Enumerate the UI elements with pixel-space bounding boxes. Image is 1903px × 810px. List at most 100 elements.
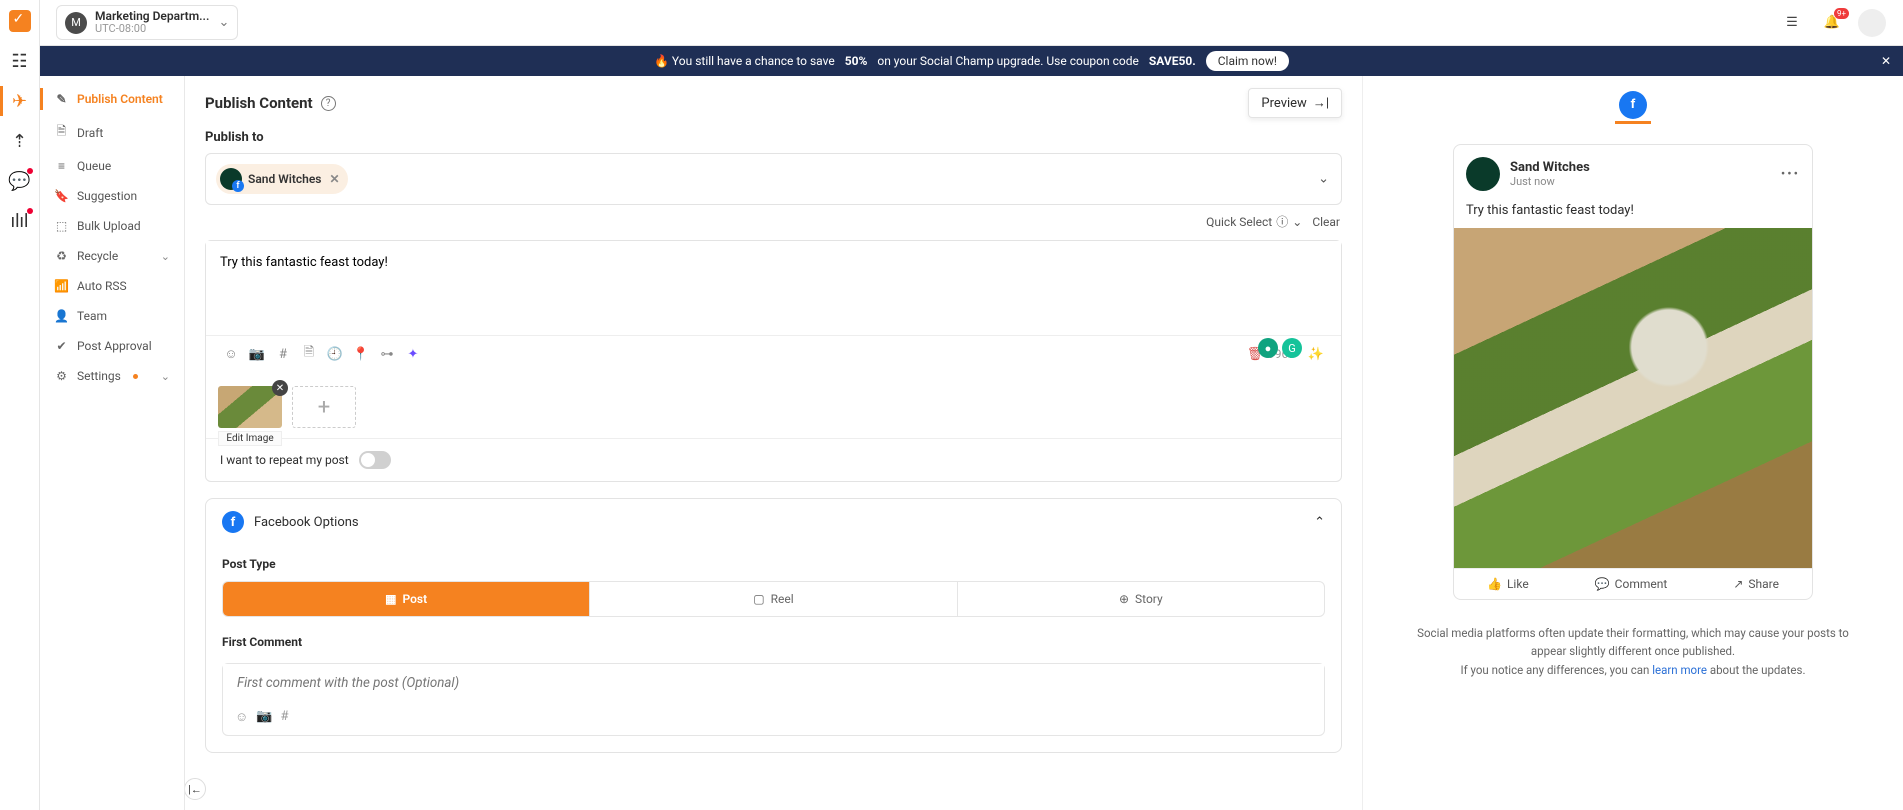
post-body: Try this fantastic feast today!	[1454, 203, 1812, 228]
publish-to-label: Publish to	[185, 130, 1362, 145]
queue-icon: ≡	[54, 159, 69, 173]
emoji-icon[interactable]: ☺	[218, 342, 244, 366]
ai-icon[interactable]: ✦	[400, 342, 426, 366]
calendar-icon[interactable]: ☷	[9, 50, 31, 72]
facebook-options: f Facebook Options ⌃ Post Type ▦Post ▢Re…	[205, 498, 1342, 753]
post-type-reel[interactable]: ▢Reel	[590, 582, 957, 616]
arrow-right-icon: →|	[1313, 95, 1329, 111]
sidenav-settings[interactable]: ⚙Settings⌄	[40, 361, 184, 391]
sidenav-suggestion[interactable]: 🔖Suggestion	[40, 181, 184, 211]
destination-chip[interactable]: Sand Witches ✕	[216, 164, 348, 194]
analytics-icon[interactable]: ⇡	[9, 130, 31, 152]
post-time: Just now	[1510, 175, 1590, 188]
first-comment-input[interactable]	[223, 664, 1324, 703]
camera-icon[interactable]: 📷	[256, 709, 272, 725]
more-icon[interactable]: •••	[1781, 167, 1800, 182]
facebook-icon: f	[222, 511, 244, 533]
composer: ☺ 📷 # 🗎 🕘 📍 ⊶ ✦ 🗑 9969 ✨	[205, 240, 1342, 482]
page-avatar	[1466, 157, 1500, 191]
post-type-post[interactable]: ▦Post	[223, 582, 590, 616]
bell-icon[interactable]: 🔔9+	[1817, 8, 1847, 38]
workspace-initial: M	[65, 12, 87, 34]
publish-to-selector[interactable]: Sand Witches ✕ ⌄	[205, 153, 1342, 205]
chevron-down-icon: ⌄	[161, 370, 170, 383]
app-logo[interactable]	[9, 10, 31, 32]
draft-icon: 🗎	[54, 122, 69, 143]
clock-icon[interactable]: 🕘	[322, 342, 348, 366]
upload-icon: ⬚	[54, 219, 69, 233]
sidenav-post-approval[interactable]: ✔Post Approval	[40, 331, 184, 361]
grammar-assist: ● G	[1258, 338, 1302, 358]
comment-button[interactable]: 💬Comment	[1595, 577, 1668, 591]
pencil-icon: ✎	[54, 92, 69, 106]
rss-icon: 📶	[54, 279, 69, 293]
sidenav-team[interactable]: 👤Team	[40, 301, 184, 331]
reel-icon: ▢	[753, 592, 764, 606]
gear-icon: ⚙	[54, 369, 69, 383]
quick-select-button[interactable]: Quick Select ⓘ ⌄	[1206, 213, 1302, 230]
icon-rail: ☷ ✈ ⇡ 💬 ılıl	[0, 0, 40, 810]
share-button[interactable]: ↗Share	[1733, 577, 1779, 591]
claim-button[interactable]: Claim now!	[1206, 51, 1289, 71]
collapse-handle[interactable]: |←	[185, 778, 206, 800]
post-type-label: Post Type	[222, 557, 1325, 571]
team-icon: 👤	[54, 309, 69, 323]
document-icon[interactable]: 🗎	[296, 342, 322, 366]
learn-more-link[interactable]: learn more	[1652, 663, 1707, 677]
workspace-switcher[interactable]: M Marketing Departm... UTC-08:00 ⌄	[56, 5, 238, 40]
bookmark-icon: 🔖	[54, 189, 69, 203]
add-media-button[interactable]: +	[292, 386, 356, 428]
sidenav-auto-rss[interactable]: 📶Auto RSS	[40, 271, 184, 301]
page-avatar	[220, 168, 242, 190]
link-icon[interactable]: ⊶	[374, 342, 400, 366]
sidenav-recycle[interactable]: ♻Recycle⌄	[40, 241, 184, 271]
attached-image[interactable]: ✕ Edit Image	[218, 386, 282, 428]
chevron-down-icon: ⌄	[1292, 215, 1302, 229]
notif-badge: 9+	[1834, 8, 1849, 19]
assist-icon[interactable]: ●	[1258, 338, 1278, 358]
preview-pane: f Sand Witches Just now ••• Try this fan…	[1363, 76, 1903, 810]
post-type-selector: ▦Post ▢Reel ⊕Story	[222, 581, 1325, 617]
close-icon[interactable]: ✕	[1881, 54, 1891, 68]
facebook-preview-card: Sand Witches Just now ••• Try this fanta…	[1453, 144, 1813, 600]
sidenav-publish-content[interactable]: ✎Publish Content	[40, 84, 184, 114]
post-image	[1454, 228, 1812, 568]
remove-image-icon[interactable]: ✕	[272, 380, 288, 396]
hashtag-icon[interactable]: #	[270, 342, 296, 366]
help-icon[interactable]: ?	[321, 96, 336, 111]
notes-icon[interactable]: ☰	[1777, 8, 1807, 38]
chevron-down-icon: ⌄	[1318, 172, 1329, 187]
engage-icon[interactable]: 💬	[9, 170, 31, 192]
chevron-down-icon: ⌄	[218, 15, 229, 30]
story-icon: ⊕	[1119, 592, 1129, 606]
listening-icon[interactable]: ılıl	[9, 210, 31, 232]
like-button[interactable]: 👍Like	[1487, 577, 1529, 591]
facebook-icon: f	[1619, 91, 1647, 119]
user-avatar[interactable]	[1857, 8, 1887, 38]
preview-toggle-button[interactable]: Preview→|	[1248, 88, 1342, 118]
camera-icon[interactable]: 📷	[244, 342, 270, 366]
sidenav-draft[interactable]: 🗎Draft	[40, 114, 184, 151]
fb-options-header[interactable]: f Facebook Options ⌃	[206, 499, 1341, 545]
network-tabs: f	[1403, 88, 1863, 124]
edit-image-button[interactable]: Edit Image	[218, 431, 282, 446]
hashtag-icon[interactable]: #	[280, 709, 288, 725]
sidenav-bulk-upload[interactable]: ⬚Bulk Upload	[40, 211, 184, 241]
remove-chip-icon[interactable]: ✕	[329, 172, 339, 186]
chevron-up-icon: ⌃	[1314, 515, 1325, 530]
sidenav-queue[interactable]: ≡Queue	[40, 151, 184, 181]
repeat-toggle[interactable]	[359, 451, 391, 469]
grammarly-icon[interactable]: G	[1282, 338, 1302, 358]
clear-button[interactable]: Clear	[1312, 215, 1340, 229]
emoji-icon[interactable]: ☺	[235, 709, 248, 725]
recycle-icon: ♻	[54, 249, 69, 263]
publish-icon[interactable]: ✈	[9, 90, 31, 112]
location-icon[interactable]: 📍	[348, 342, 374, 366]
sparkle-icon[interactable]: ✨	[1303, 342, 1329, 366]
comment-icon: 💬	[1595, 577, 1610, 591]
post-type-story[interactable]: ⊕Story	[958, 582, 1324, 616]
tab-facebook[interactable]: f	[1615, 88, 1651, 124]
page-name: Sand Witches	[1510, 160, 1590, 175]
thumb-icon: 👍	[1487, 577, 1502, 591]
post-textarea[interactable]	[206, 241, 1341, 331]
